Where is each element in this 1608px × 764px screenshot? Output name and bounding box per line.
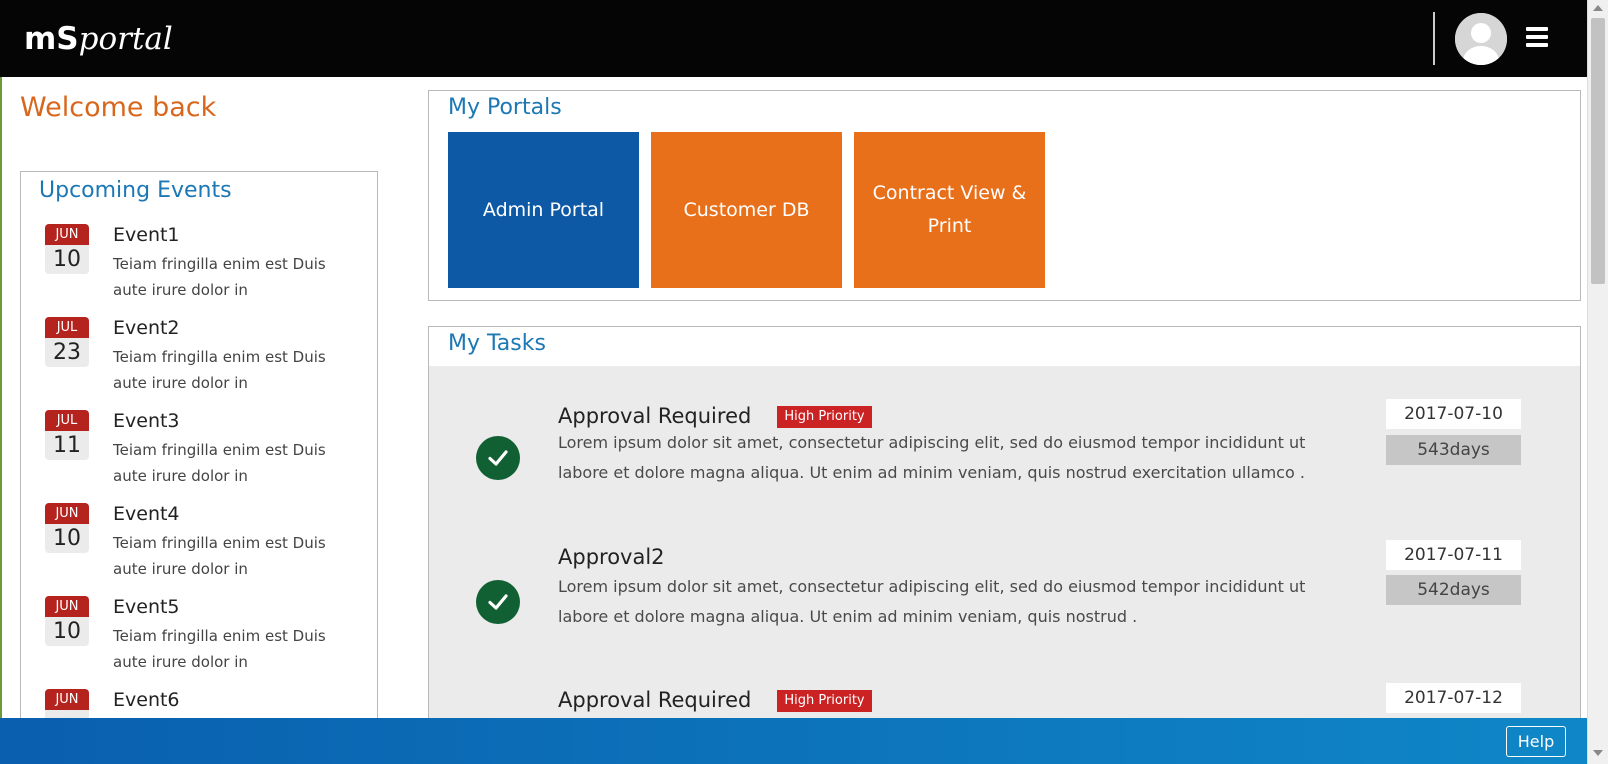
task-item[interactable]: Approval2 Lorem ipsum dolor sit amet, co… xyxy=(429,510,1580,650)
task-title-row[interactable]: Approval Required High Priority xyxy=(558,404,872,428)
portal-tile-label: Admin Portal xyxy=(482,198,605,221)
event-item[interactable]: JUL 11 Event3 Teiam fringilla enim est D… xyxy=(45,410,365,494)
event-month: JUN xyxy=(45,689,89,710)
help-button[interactable]: Help xyxy=(1506,726,1566,757)
scroll-thumb[interactable] xyxy=(1591,18,1605,284)
task-title: Approval Required xyxy=(558,688,752,712)
top-header: mSportal xyxy=(0,0,1587,77)
event-name: Event2 xyxy=(113,317,180,339)
event-month: JUN xyxy=(45,596,89,617)
portal-tile-admin-portal[interactable]: Admin Portal xyxy=(448,132,639,288)
left-edge-line xyxy=(0,0,2,764)
event-month: JUN xyxy=(45,224,89,245)
logo-italic-text: portal xyxy=(78,21,173,57)
check-circle-icon[interactable] xyxy=(476,436,520,480)
page-scrollbar[interactable] xyxy=(1587,0,1608,764)
event-month: JUN xyxy=(45,503,89,524)
scroll-up-arrow-icon[interactable] xyxy=(1593,5,1603,11)
my-tasks-title: My Tasks xyxy=(448,331,546,356)
my-tasks-panel: My Tasks Approval Required High Priority … xyxy=(428,326,1581,764)
hamburger-menu-icon[interactable] xyxy=(1526,27,1548,49)
event-item[interactable]: JUN 10 Event5 Teiam fringilla enim est D… xyxy=(45,596,365,680)
portal-tile-customer-db[interactable]: Customer DB xyxy=(651,132,842,288)
task-title: Approval2 xyxy=(558,545,665,569)
portal-tile-label: Contract View & Print xyxy=(872,182,1027,237)
event-day: 10 xyxy=(53,526,81,551)
task-description: Lorem ipsum dolor sit amet, consectetur … xyxy=(558,433,1306,482)
event-description: Teiam fringilla enim est Duis aute irure… xyxy=(113,255,326,299)
my-portals-panel: My Portals Admin Portal Customer DB Cont… xyxy=(428,90,1581,301)
task-title-row[interactable]: Approval2 xyxy=(558,545,665,569)
calendar-date-icon: JUN 10 xyxy=(45,224,89,274)
event-day: 11 xyxy=(53,433,81,458)
calendar-date-icon: JUN 10 xyxy=(45,503,89,553)
task-item[interactable]: Approval Required High Priority Lorem ips… xyxy=(429,366,1580,506)
event-item[interactable]: JUN 10 Event4 Teiam fringilla enim est D… xyxy=(45,503,365,587)
event-item[interactable]: JUL 23 Event2 Teiam fringilla enim est D… xyxy=(45,317,365,401)
app-logo[interactable]: mSportal xyxy=(24,20,173,58)
task-date: 2017-07-10 xyxy=(1386,399,1521,429)
event-description: Teiam fringilla enim est Duis aute irure… xyxy=(113,348,326,392)
event-day: 10 xyxy=(53,619,81,644)
event-name: Event4 xyxy=(113,503,180,525)
event-description: Teiam fringilla enim est Duis aute irure… xyxy=(113,441,326,485)
event-month: JUL xyxy=(45,410,89,431)
task-title: Approval Required xyxy=(558,404,752,428)
event-day: 23 xyxy=(53,340,81,365)
footer-bar: Help xyxy=(0,718,1587,764)
calendar-date-icon: JUL 11 xyxy=(45,410,89,460)
upcoming-events-panel: Upcoming Events JUN 10 Event1 Teiam frin… xyxy=(20,171,378,731)
check-circle-icon[interactable] xyxy=(476,580,520,624)
event-description: Teiam fringilla enim est Duis aute irure… xyxy=(113,627,326,671)
event-name: Event5 xyxy=(113,596,180,618)
portal-tile-label: Customer DB xyxy=(683,198,810,221)
priority-badge: High Priority xyxy=(777,406,872,428)
task-date: 2017-07-11 xyxy=(1386,540,1521,570)
task-days-count: 542days xyxy=(1386,575,1521,605)
tasks-list: Approval Required High Priority Lorem ips… xyxy=(429,366,1580,763)
priority-badge: High Priority xyxy=(777,690,872,712)
logo-bold-text: mS xyxy=(24,21,79,57)
event-item[interactable]: JUN 10 Event1 Teiam fringilla enim est D… xyxy=(45,224,365,308)
welcome-heading: Welcome back xyxy=(20,92,217,123)
task-days-count: 543days xyxy=(1386,435,1521,465)
calendar-date-icon: JUL 23 xyxy=(45,317,89,367)
event-name: Event6 xyxy=(113,689,180,711)
my-portals-title: My Portals xyxy=(448,95,562,120)
event-description: Teiam fringilla enim est Duis aute irure… xyxy=(113,534,326,578)
upcoming-events-title: Upcoming Events xyxy=(39,178,232,203)
scroll-down-arrow-icon[interactable] xyxy=(1593,750,1603,756)
event-day: 10 xyxy=(53,247,81,272)
header-divider xyxy=(1433,12,1435,65)
event-name: Event3 xyxy=(113,410,180,432)
task-title-row[interactable]: Approval Required High Priority xyxy=(558,688,872,712)
event-name: Event1 xyxy=(113,224,180,246)
user-avatar-icon[interactable] xyxy=(1455,13,1507,65)
portal-tile-contract-view-print[interactable]: Contract View & Print xyxy=(854,132,1045,288)
event-month: JUL xyxy=(45,317,89,338)
task-description: Lorem ipsum dolor sit amet, consectetur … xyxy=(558,577,1306,626)
calendar-date-icon: JUN 10 xyxy=(45,596,89,646)
task-date: 2017-07-12 xyxy=(1386,683,1521,713)
